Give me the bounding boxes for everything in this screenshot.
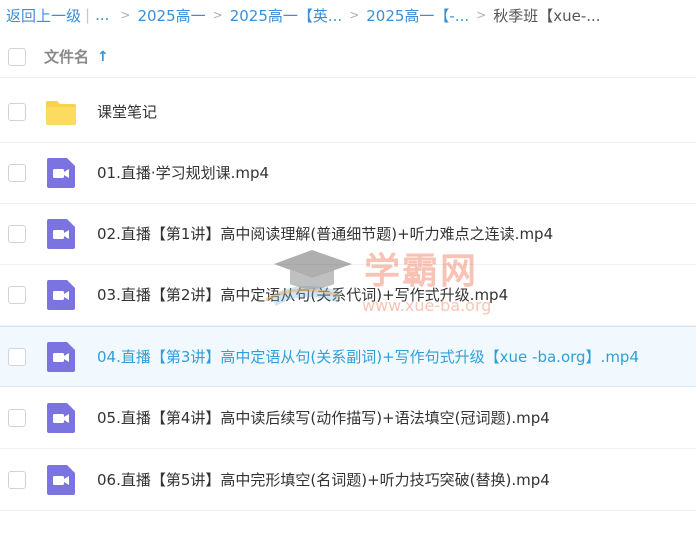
row-checkbox[interactable] bbox=[8, 471, 26, 489]
chevron-right-icon: > bbox=[212, 8, 223, 22]
list-item[interactable]: 06.直播【第5讲】高中完形填空(名词题)+听力技巧突破(替换).mp4 bbox=[0, 450, 696, 511]
breadcrumb-item-3[interactable]: 2025高一【-... bbox=[366, 5, 469, 26]
file-name[interactable]: 06.直播【第5讲】高中完形填空(名词题)+听力技巧突破(替换).mp4 bbox=[97, 469, 550, 490]
chevron-right-icon: > bbox=[476, 8, 487, 22]
list-item[interactable]: 课堂笔记 bbox=[0, 82, 696, 143]
list-item[interactable]: 02.直播【第1讲】高中阅读理解(普通细节题)+听力难点之连读.mp4 bbox=[0, 204, 696, 265]
row-checkbox[interactable] bbox=[8, 409, 26, 427]
list-header: 文件名 ↑ bbox=[0, 36, 696, 78]
video-file-icon bbox=[47, 158, 75, 188]
video-file-icon bbox=[47, 465, 75, 495]
row-checkbox[interactable] bbox=[8, 225, 26, 243]
chevron-right-icon: > bbox=[120, 8, 131, 22]
file-name[interactable]: 课堂笔记 bbox=[97, 101, 157, 122]
list-item[interactable]: 03.直播【第2讲】高中定语从句(关系代词)+写作式升级.mp4 bbox=[0, 265, 696, 326]
folder-icon bbox=[46, 101, 76, 125]
list-item[interactable]: 04.直播【第3讲】高中定语从句(关系副词)+写作句式升级【xue -ba.or… bbox=[0, 326, 696, 387]
video-file-icon bbox=[47, 280, 75, 310]
video-file-icon bbox=[47, 219, 75, 249]
breadcrumb-divider: | bbox=[85, 6, 91, 24]
row-checkbox[interactable] bbox=[8, 286, 26, 304]
file-name[interactable]: 05.直播【第4讲】高中读后续写(动作描写)+语法填空(冠词题).mp4 bbox=[97, 407, 550, 428]
sort-ascending-icon[interactable]: ↑ bbox=[97, 49, 109, 65]
column-header-filename[interactable]: 文件名 bbox=[44, 46, 89, 67]
list-item[interactable]: 01.直播·学习规划课.mp4 bbox=[0, 143, 696, 204]
breadcrumb-current: 秋季班【xue-... bbox=[493, 6, 601, 25]
video-file-icon bbox=[47, 403, 75, 433]
chevron-right-icon: > bbox=[349, 8, 360, 22]
breadcrumb: 返回上一级 | ... > 2025高一 > 2025高一【英... > 202… bbox=[0, 0, 696, 30]
file-name[interactable]: 01.直播·学习规划课.mp4 bbox=[97, 162, 269, 183]
file-name[interactable]: 03.直播【第2讲】高中定语从句(关系代词)+写作式升级.mp4 bbox=[97, 284, 508, 305]
back-link[interactable]: 返回上一级 bbox=[6, 5, 81, 26]
file-name[interactable]: 02.直播【第1讲】高中阅读理解(普通细节题)+听力难点之连读.mp4 bbox=[97, 223, 553, 244]
row-checkbox[interactable] bbox=[8, 103, 26, 121]
file-name[interactable]: 04.直播【第3讲】高中定语从句(关系副词)+写作句式升级【xue -ba.or… bbox=[97, 346, 639, 367]
row-checkbox[interactable] bbox=[8, 348, 26, 366]
video-file-icon bbox=[47, 342, 75, 372]
breadcrumb-item-2[interactable]: 2025高一【英... bbox=[230, 5, 342, 26]
list-item[interactable]: 05.直播【第4讲】高中读后续写(动作描写)+语法填空(冠词题).mp4 bbox=[0, 388, 696, 449]
breadcrumb-ellipsis[interactable]: ... bbox=[95, 6, 109, 24]
breadcrumb-item-1[interactable]: 2025高一 bbox=[137, 5, 205, 26]
select-all-checkbox[interactable] bbox=[8, 48, 26, 66]
row-checkbox[interactable] bbox=[8, 164, 26, 182]
